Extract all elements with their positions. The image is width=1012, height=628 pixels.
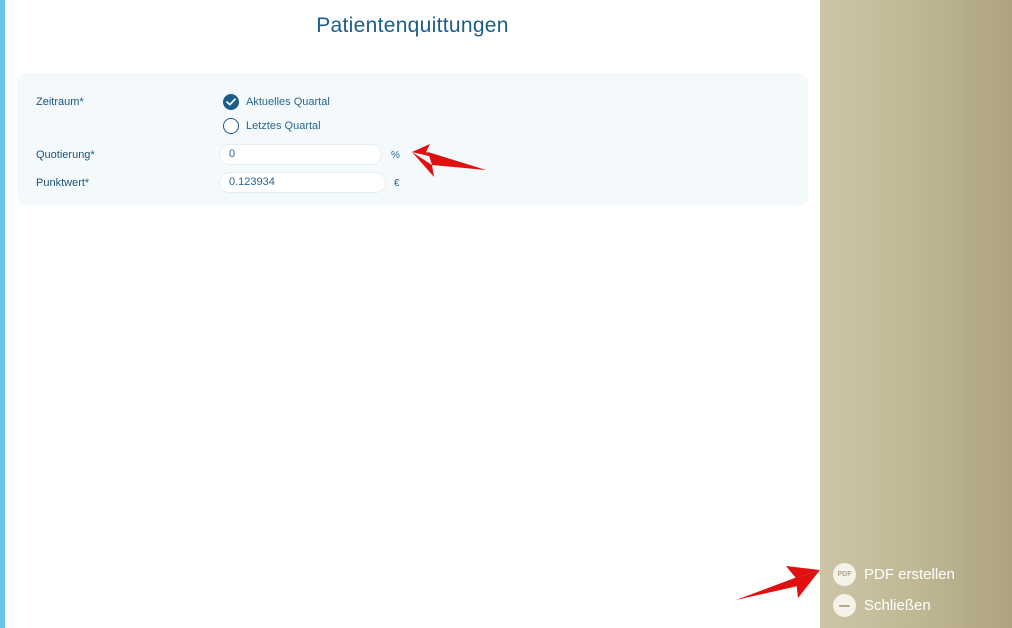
annotation-arrow-icon — [736, 566, 820, 600]
radio-label: Letztes Quartal — [246, 120, 321, 132]
page-title: Patientenquittungen — [316, 14, 509, 37]
radio-aktuelles-quartal[interactable]: Aktuelles Quartal — [223, 94, 330, 110]
action-sidebar: PDF PDF erstellen Schließen — [820, 0, 1012, 628]
pdf-icon: PDF — [833, 563, 856, 586]
punktwert-label: Punktwert* — [36, 177, 90, 189]
punktwert-unit: € — [394, 178, 400, 189]
pdf-erstellen-button[interactable]: PDF PDF erstellen — [833, 563, 955, 586]
zeitraum-label: Zeitraum* — [36, 96, 84, 108]
annotation-arrow-icon — [412, 144, 486, 177]
punktwert-input[interactable]: 0.123934 — [219, 172, 386, 193]
quotierung-input[interactable]: 0 — [219, 144, 382, 165]
radio-unchecked-icon[interactable] — [223, 118, 239, 134]
minus-icon — [833, 594, 856, 617]
quotierung-unit: % — [391, 150, 400, 161]
main-content: Patientenquittungen Zeitraum* Aktuelles … — [5, 0, 820, 628]
quotierung-label: Quotierung* — [36, 149, 95, 161]
schliessen-button[interactable]: Schließen — [833, 594, 931, 617]
radio-letztes-quartal[interactable]: Letztes Quartal — [223, 118, 321, 134]
radio-label: Aktuelles Quartal — [246, 96, 330, 108]
schliessen-label: Schließen — [864, 597, 931, 614]
radio-checked-icon[interactable] — [223, 94, 239, 110]
pdf-erstellen-label: PDF erstellen — [864, 566, 955, 583]
